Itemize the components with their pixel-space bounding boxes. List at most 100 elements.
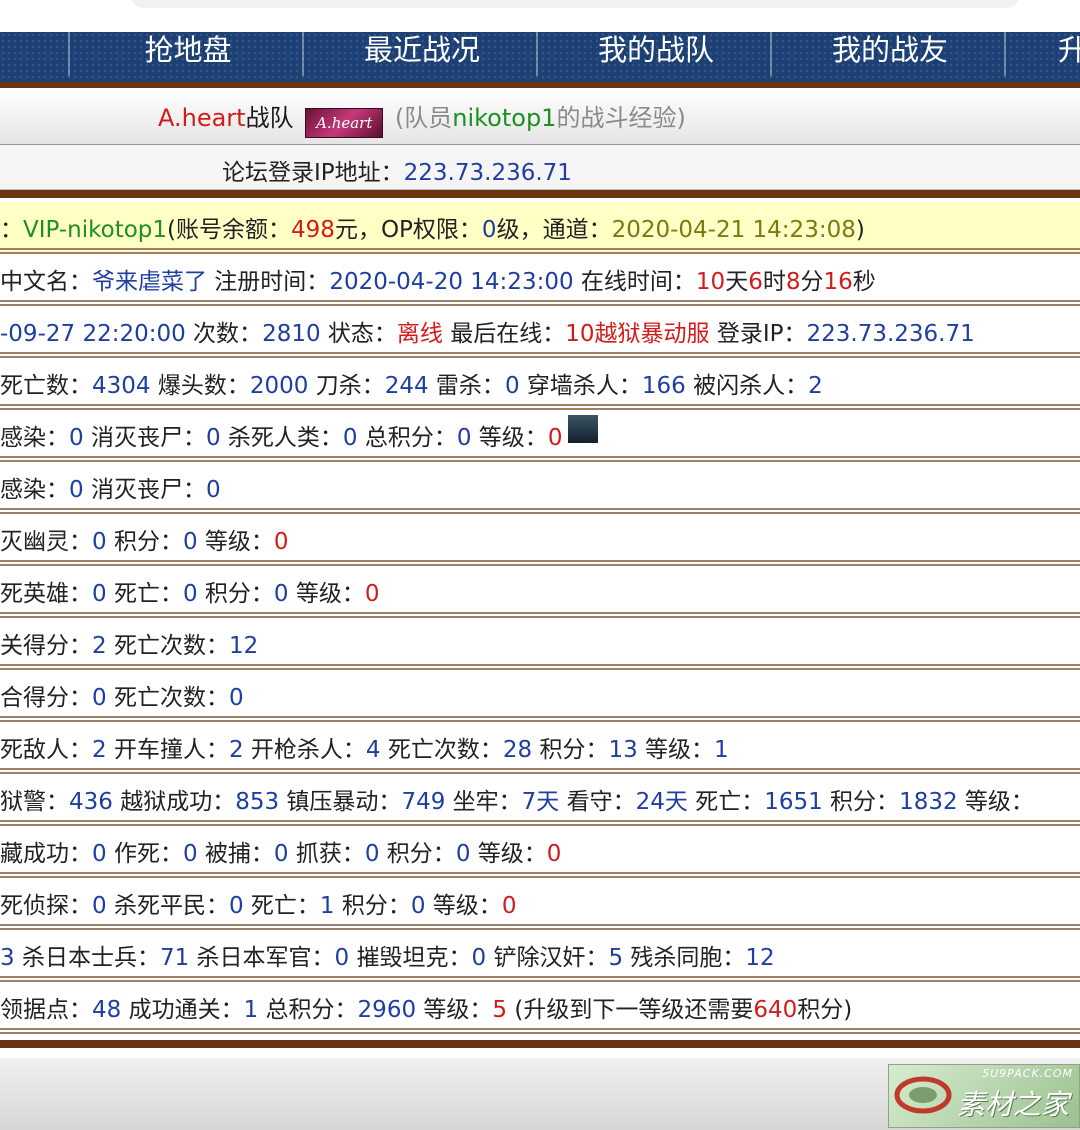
unit: 秒	[852, 269, 876, 295]
channel-label: 级，通道：	[496, 217, 612, 243]
nav-grab-territory[interactable]: 抢地盘	[88, 32, 288, 76]
stat-value: 0	[205, 425, 221, 451]
browser-top-strip	[0, 0, 1080, 32]
ghost-row: 灭幽灵：0 积分：0 等级：0	[0, 514, 1080, 566]
stat-label: 灭幽灵：	[0, 529, 92, 555]
divider-bar	[0, 1040, 1080, 1048]
stat-value: 0	[92, 529, 107, 555]
team-logo: A.heart	[305, 108, 384, 138]
stat-label: 被闪杀人：	[685, 373, 809, 399]
stat-label: 死亡：	[243, 893, 320, 919]
stat-value: 1651	[764, 789, 823, 815]
site-watermark: 5U9PACK.COM 素材之家	[888, 1064, 1080, 1128]
team-member-open: (队员	[394, 104, 453, 132]
forum-ip-row: 论坛登录IP地址：223.73.236.71	[0, 145, 1080, 190]
stat-value: 0	[69, 425, 84, 451]
team-name[interactable]: A.heart	[158, 104, 246, 132]
stat-label: 死英雄：	[0, 581, 92, 607]
stat-label: 消灭丧尸：	[83, 425, 206, 451]
login-count: 2810	[262, 321, 321, 347]
stat-label: 等级：	[471, 425, 548, 451]
stat-value: 24天	[635, 789, 688, 815]
login-time: -09-27 22:20:00	[0, 321, 186, 347]
nav-upgrade[interactable]: 升	[1024, 32, 1080, 76]
stat-label: 领据点：	[0, 997, 92, 1023]
stat-value: 749	[401, 789, 446, 815]
stat-label: 感染：	[0, 477, 69, 503]
login-ip-label: 登录IP：	[709, 321, 807, 347]
stat-label: 感染：	[0, 425, 69, 451]
cn-name-label: 中文名：	[0, 269, 92, 295]
forum-ip-label: 论坛登录IP地址：	[222, 160, 404, 186]
login-ip-value: 223.73.236.71	[806, 321, 975, 347]
nav-my-comrades[interactable]: 我的战友	[790, 32, 990, 76]
profile-row: 中文名：爷来虐菜了 注册时间：2020-04-20 14:23:00 在线时间：…	[0, 254, 1080, 306]
stat-value: 48	[92, 997, 122, 1023]
stat-value: 2000	[249, 373, 309, 399]
stat-label: 开枪杀人：	[243, 737, 366, 763]
stat-label: 积分)	[797, 997, 853, 1023]
stat-label: 雷杀：	[428, 373, 505, 399]
stat-value: 0	[364, 581, 380, 607]
stat-label: 等级：	[637, 737, 715, 763]
main-navbar: 抢地盘 最近战况 我的战队 我的战友 升	[0, 32, 1080, 88]
stat-label: 等级：	[425, 893, 502, 919]
stat-value: 640	[753, 997, 798, 1023]
stat-value: 0	[69, 477, 84, 503]
stat-value: 436	[69, 789, 113, 815]
stat-label: 被捕：	[197, 841, 274, 867]
stat-label: 铲除汉奸：	[486, 945, 609, 971]
war-row: 3 杀日本士兵：71 杀日本军官：0 摧毁坦克：0 铲除汉奸：5 残杀同胞：12	[0, 930, 1080, 982]
hero-row: 死英雄：0 死亡：0 积分：0 等级：0	[0, 566, 1080, 618]
stat-label: 杀日本士兵：	[14, 945, 160, 971]
stat-label: 狱警：	[0, 789, 69, 815]
stat-label: 积分：	[379, 841, 456, 867]
stat-label: 死亡次数：	[106, 633, 229, 659]
unit: 分	[800, 269, 824, 295]
stat-value: 0	[501, 893, 517, 919]
unit: 时	[762, 269, 786, 295]
stat-value: 13	[608, 737, 638, 763]
address-bar[interactable]	[130, 0, 1020, 8]
watermark-logo-icon	[894, 1076, 952, 1114]
stat-value: 0	[273, 581, 289, 607]
stat-label: 死侦探：	[0, 893, 92, 919]
stat-value: 0	[364, 841, 380, 867]
unit: 天	[725, 269, 749, 295]
status-value: 离线	[396, 321, 443, 347]
stat-label: 残杀同胞：	[623, 945, 746, 971]
stat-label: 刀杀：	[308, 373, 385, 399]
stat-value: 0	[456, 425, 472, 451]
nav-recent-battles[interactable]: 最近战况	[322, 32, 522, 76]
stat-value: 0	[228, 893, 244, 919]
member-name[interactable]: nikotop1	[452, 104, 556, 132]
stat-value: 1	[243, 997, 259, 1023]
watermark-site: 5U9PACK.COM	[982, 1067, 1073, 1080]
divider-bar	[0, 190, 1080, 198]
stat-label: 开车撞人：	[106, 737, 229, 763]
online-days: 10	[695, 269, 726, 295]
login-row: -09-27 22:20:00 次数：2810 状态：离线 最后在线：10越狱暴…	[0, 306, 1080, 358]
stat-label: 抓获：	[288, 841, 365, 867]
login-count-label: 次数：	[185, 321, 263, 347]
online-hours: 6	[748, 269, 763, 295]
account-close: )	[855, 217, 865, 243]
stat-value: 12	[745, 945, 775, 971]
last-online-label: 最后在线：	[442, 321, 566, 347]
channel-time: 2020-04-21 14:23:08	[611, 217, 856, 243]
stat-value: 0	[334, 945, 350, 971]
nav-separator	[1004, 32, 1006, 76]
stat-value: 0	[342, 425, 358, 451]
stat-value: 0	[455, 841, 471, 867]
account-row: ：VIP-nikotop1(账号余额：498元，OP权限：0级，通道：2020-…	[0, 202, 1080, 254]
stat-value: 0	[182, 529, 198, 555]
score-row-1: 关得分：2 死亡次数：12	[0, 618, 1080, 670]
team-member-close: 的战斗经验)	[556, 104, 686, 132]
balance-value: 498	[291, 217, 335, 243]
detective-row: 死侦探：0 杀死平民：0 死亡：1 积分：0 等级：0	[0, 878, 1080, 930]
cn-name-value: 爷来虐菜了	[92, 269, 207, 295]
stat-value: 853	[235, 789, 280, 815]
nav-my-team[interactable]: 我的战队	[556, 32, 756, 76]
zombie-row-1: 感染：0 消灭丧尸：0 杀死人类：0 总积分：0 等级：0	[0, 410, 1080, 462]
stat-label: 坐牢：	[445, 789, 522, 815]
